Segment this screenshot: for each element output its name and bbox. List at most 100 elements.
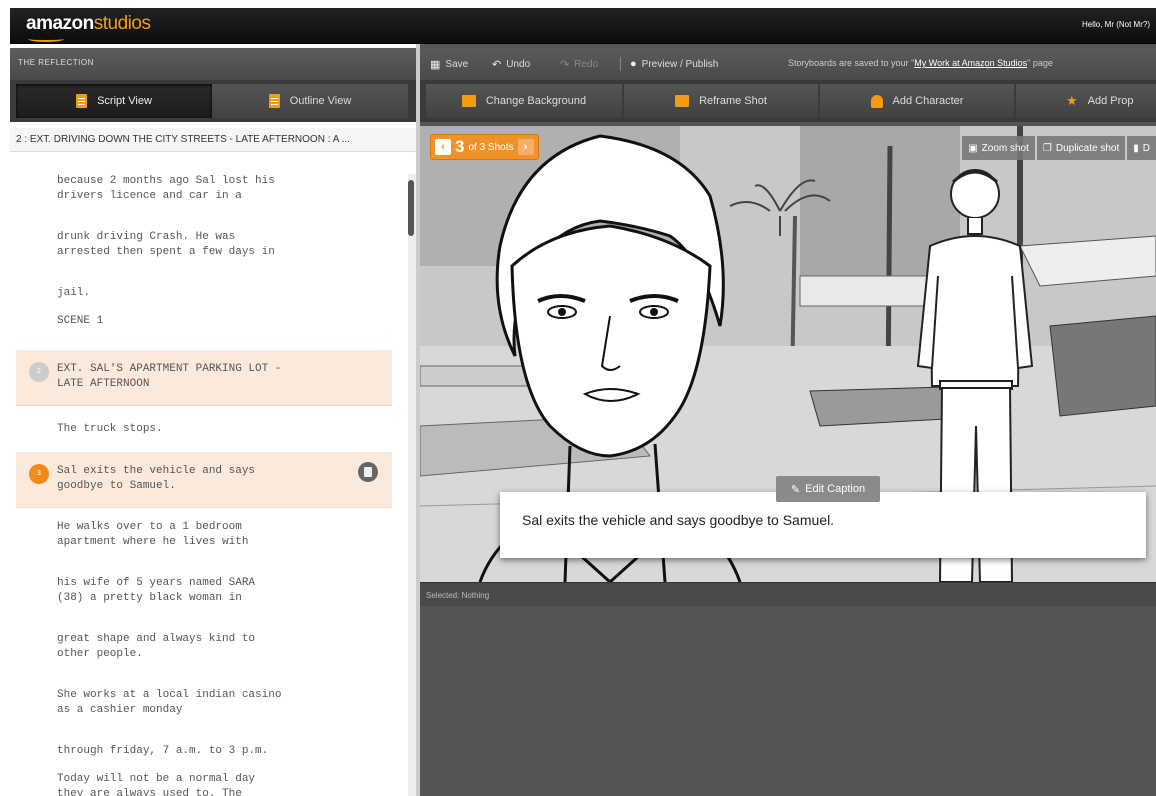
script-line-text: He walks over to a 1 bedroom apartment w… [57, 521, 249, 548]
storage-prefix: Storyboards are saved to your " [788, 58, 915, 68]
action-label: Add Prop [1087, 95, 1134, 107]
tab-script-view[interactable]: Script View [16, 84, 212, 118]
script-line-text: Today will not be a normal day they are … [57, 773, 256, 796]
action-bar: Change Background Reframe Shot Add Chara… [420, 80, 1156, 122]
logo-smile-icon [28, 36, 64, 42]
storage-message: Storyboards are saved to your "My Work a… [788, 58, 1053, 68]
frame-icon [675, 95, 690, 107]
script-line-text: jail. [57, 287, 91, 299]
reframe-shot-button[interactable]: Reframe Shot [624, 84, 818, 118]
previous-shot-button[interactable]: ‹ [435, 139, 451, 155]
delete-label: D [1142, 142, 1150, 154]
save-label: Save [445, 59, 469, 70]
zoom-shot-button[interactable]: ▣ Zoom shot [962, 136, 1035, 160]
star-icon: ★ [1066, 93, 1078, 108]
duplicate-shot-button[interactable]: ❐ Duplicate shot [1036, 136, 1126, 160]
scene-header[interactable]: 2 : EXT. DRIVING DOWN THE CITY STREETS -… [10, 128, 416, 152]
duplicate-icon: ❐ [1042, 142, 1052, 154]
script-line[interactable]: She works at a local indian casino as a … [16, 688, 392, 728]
undo-label: Undo [506, 59, 531, 70]
current-shot-number: 3 [455, 137, 465, 156]
delete-shot-button[interactable]: ▮ D [1127, 136, 1156, 160]
my-work-link[interactable]: My Work at Amazon Studios [914, 58, 1027, 68]
save-icon: ▦ [430, 59, 441, 71]
toolbar-separator [620, 57, 621, 71]
storyboard-toolbar: ▦ Save ↶ Undo ↷ Redo ● Preview / Publish… [420, 48, 1156, 80]
shot-canvas[interactable]: ‹ 3 of 3 Shots › ▣ Zoom shot ❐ Duplicate… [420, 126, 1156, 582]
script-line-text: Sal exits the vehicle and says goodbye t… [57, 465, 256, 492]
pencil-icon: ✎ [790, 483, 801, 496]
script-line-text: SCENE 1 [57, 315, 104, 327]
undo-icon: ↶ [492, 59, 502, 71]
script-line[interactable]: drunk driving Crash. He was arrested the… [16, 230, 392, 270]
script-scrollbar-thumb[interactable] [408, 180, 414, 236]
script-line-text: because 2 months ago Sal lost his driver… [57, 175, 275, 202]
trash-icon: ▮ [1133, 142, 1139, 154]
save-button[interactable]: ▦ Save [430, 58, 468, 71]
script-line[interactable]: He walks over to a 1 bedroom apartment w… [16, 520, 392, 560]
zoom-label: Zoom shot [981, 142, 1029, 154]
script-line[interactable]: SCENE 1 [16, 314, 392, 334]
shot-number-badge: 2 [29, 362, 49, 382]
script-line-text: She works at a local indian casino as a … [57, 689, 282, 716]
tab-outline-view[interactable]: Outline View [212, 84, 408, 118]
logo-studios-text: studios [93, 13, 151, 34]
selection-status: Selected: Nothing [420, 582, 1156, 606]
shot-tools: ▣ Zoom shot ❐ Duplicate shot ▮ D [962, 136, 1156, 160]
preview-publish-button[interactable]: ● Preview / Publish [630, 58, 718, 70]
logo-amazon-text: amazon [26, 13, 94, 34]
preview-icon: ● [630, 58, 637, 70]
action-label: Change Background [485, 95, 587, 107]
script-line-shot[interactable]: 2 EXT. SAL'S APARTMENT PARKING LOT - LAT… [16, 350, 392, 406]
shot-number-badge: 3 [29, 464, 49, 484]
next-shot-button[interactable]: › [517, 139, 534, 155]
script-list: because 2 months ago Sal lost his driver… [16, 164, 400, 796]
redo-icon: ↷ [560, 59, 570, 71]
script-line-text: his wife of 5 years named SARA (38) a pr… [57, 577, 256, 604]
caption-text: Sal exits the vehicle and says goodbye t… [522, 512, 835, 528]
duplicate-label: Duplicate shot [1055, 142, 1120, 154]
shot-navigator: ‹ 3 of 3 Shots › [430, 134, 539, 160]
script-line-text: EXT. SAL'S APARTMENT PARKING LOT - LATE … [57, 363, 282, 390]
edit-caption-button[interactable]: ✎ Edit Caption [776, 476, 880, 502]
action-label: Reframe Shot [699, 95, 767, 107]
redo-label: Redo [574, 59, 599, 70]
tab-label: Script View [97, 95, 152, 107]
script-line-shot-selected[interactable]: 3 Sal exits the vehicle and says goodbye… [16, 452, 392, 508]
edit-caption-label: Edit Caption [805, 483, 866, 495]
shot-count-label: of 3 Shots [468, 141, 514, 153]
script-line-text: through friday, 7 a.m. to 3 p.m. [57, 745, 269, 757]
change-background-button[interactable]: Change Background [426, 84, 622, 118]
document-icon [76, 94, 88, 108]
script-line[interactable]: great shape and always kind to other peo… [16, 632, 392, 672]
script-line[interactable]: through friday, 7 a.m. to 3 p.m. [16, 744, 392, 764]
person-icon [870, 94, 883, 108]
script-line-text: great shape and always kind to other peo… [57, 633, 256, 660]
script-line[interactable]: Today will not be a normal day they are … [16, 772, 392, 796]
delete-shot-icon[interactable] [358, 462, 378, 482]
script-line-text: drunk driving Crash. He was arrested the… [57, 231, 275, 258]
user-greeting[interactable]: Hello, Mr (Not Mr?) [1082, 20, 1150, 29]
script-scrollbar-track[interactable] [408, 174, 416, 796]
amazon-studios-logo[interactable]: amazonstudios [26, 13, 151, 35]
redo-button[interactable]: ↷ Redo [560, 58, 598, 71]
storage-suffix: " page [1027, 58, 1053, 68]
action-label: Add Character [892, 95, 964, 107]
view-tabs: Script View Outline View [10, 80, 416, 122]
background-icon [461, 95, 476, 107]
add-character-button[interactable]: Add Character [820, 84, 1014, 118]
script-line[interactable]: The truck stops. [16, 422, 392, 442]
zoom-icon: ▣ [968, 142, 978, 154]
top-bar: amazonstudios Hello, Mr (Not Mr?) [10, 8, 1156, 44]
script-line[interactable]: his wife of 5 years named SARA (38) a pr… [16, 576, 392, 616]
script-line-text: The truck stops. [57, 423, 163, 435]
tab-label: Outline View [289, 95, 352, 107]
undo-button[interactable]: ↶ Undo [492, 58, 530, 71]
script-panel: THE REFLECTION Script View Outline View … [10, 44, 416, 796]
project-title: THE REFLECTION [10, 48, 416, 80]
storyboard-panel: ▦ Save ↶ Undo ↷ Redo ● Preview / Publish… [420, 44, 1156, 796]
add-prop-button[interactable]: ★ Add Prop [1016, 84, 1156, 118]
script-line[interactable]: because 2 months ago Sal lost his driver… [16, 174, 392, 214]
document-icon [268, 94, 280, 108]
script-line[interactable]: jail. [16, 286, 392, 306]
